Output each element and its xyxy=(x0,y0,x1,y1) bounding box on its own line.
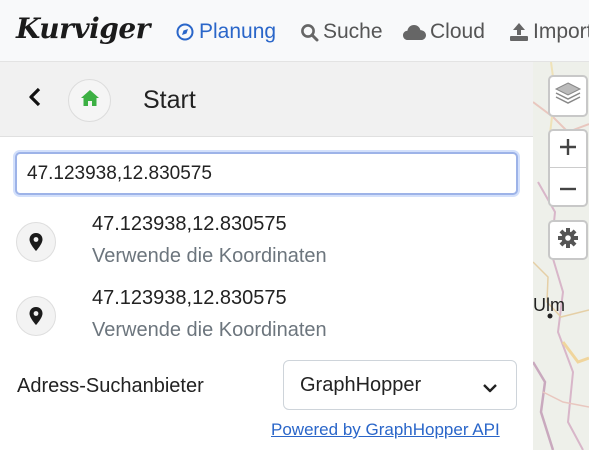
cloud-icon xyxy=(401,21,427,43)
compass-icon xyxy=(174,21,196,43)
nav-item-import[interactable]: Import xyxy=(508,18,589,46)
result-title: 47.123938,12.830575 xyxy=(92,287,287,309)
nav-item-label: Cloud xyxy=(430,20,485,43)
sidebar-header: Start xyxy=(0,62,533,137)
nav-item-label: Suche xyxy=(323,20,383,43)
map-city-label: Ulm xyxy=(533,295,565,315)
zoom-out-button[interactable] xyxy=(550,168,586,205)
map-marker-icon xyxy=(16,222,56,262)
chevron-down-icon xyxy=(482,377,498,400)
nav-item-cloud[interactable]: Cloud xyxy=(401,18,485,46)
result-title: 47.123938,12.830575 xyxy=(92,213,287,235)
provider-label: Adress-Suchanbieter xyxy=(17,375,204,397)
zoom-in-button[interactable] xyxy=(550,131,586,168)
upload-icon xyxy=(508,21,530,43)
nav-item-suche[interactable]: Suche xyxy=(298,18,383,46)
nav-item-planung[interactable]: Planung xyxy=(174,18,276,46)
map-settings-button[interactable] xyxy=(548,220,588,260)
nav-item-label: Planung xyxy=(199,20,277,43)
list-item[interactable]: 47.123938,12.830575 Verwende die Koordin… xyxy=(0,210,533,282)
provider-selected-value: GraphHopper xyxy=(300,373,422,396)
home-icon xyxy=(80,89,100,112)
top-navbar: Kurviger Planung Suche Cloud Import xyxy=(0,0,589,62)
page-title: Start xyxy=(143,86,196,114)
chevron-left-icon xyxy=(27,87,43,112)
layers-icon xyxy=(554,81,582,112)
gear-icon xyxy=(557,227,579,254)
zoom-out-icon xyxy=(559,178,577,196)
nav-item-label: Import xyxy=(533,20,589,43)
map-marker-icon xyxy=(16,296,56,336)
app-logo[interactable]: Kurviger xyxy=(16,12,150,45)
powered-by-link[interactable]: Powered by GraphHopper API xyxy=(271,420,500,440)
back-button[interactable] xyxy=(22,86,48,112)
zoom-control xyxy=(548,129,588,207)
search-icon xyxy=(298,21,320,43)
list-item[interactable]: 47.123938,12.830575 Verwende die Koordin… xyxy=(0,284,533,356)
result-subtitle: Verwende die Koordinaten xyxy=(92,319,327,341)
home-button[interactable] xyxy=(68,79,111,122)
search-input[interactable] xyxy=(15,152,518,195)
zoom-in-icon xyxy=(559,138,577,161)
layers-button[interactable] xyxy=(548,75,588,117)
search-sidebar: Start 47.123938,12.830575 Verwende die K… xyxy=(0,62,533,450)
result-subtitle: Verwende die Koordinaten xyxy=(92,245,327,267)
provider-select[interactable]: GraphHopper xyxy=(283,360,517,410)
